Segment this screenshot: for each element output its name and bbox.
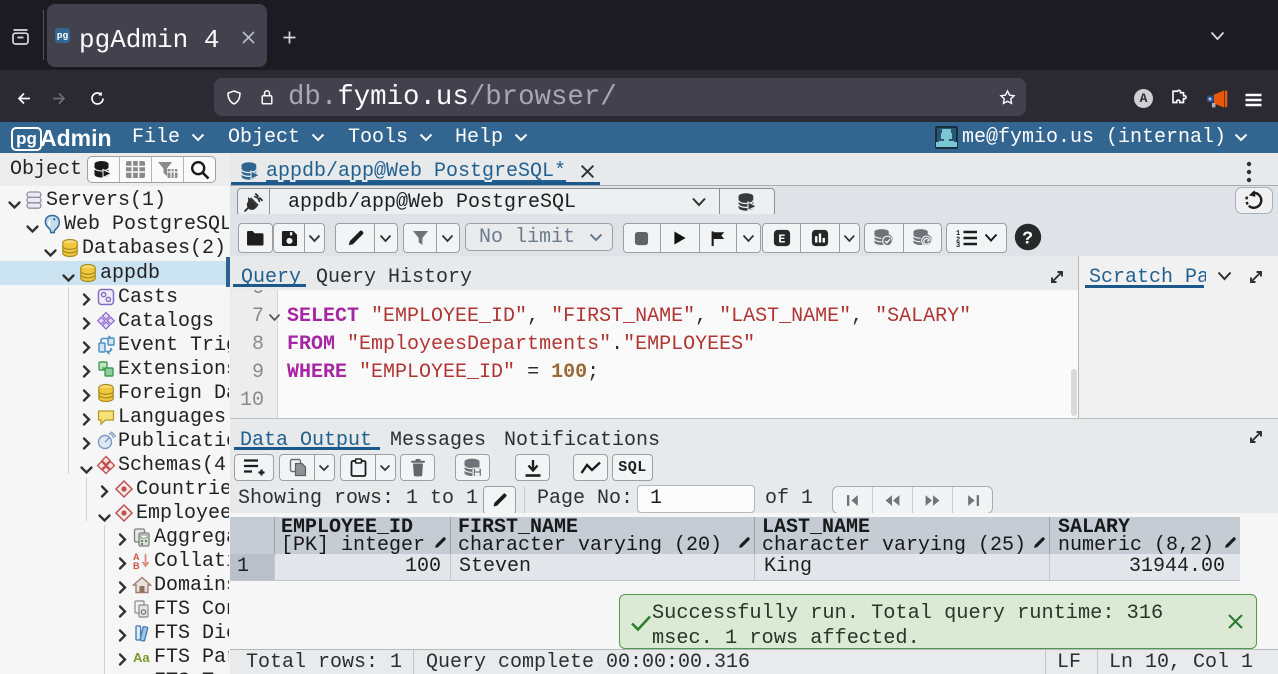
svg-text:3: 3	[956, 242, 960, 247]
svg-text:E: E	[778, 233, 785, 247]
svg-text:?: ?	[1022, 230, 1033, 250]
